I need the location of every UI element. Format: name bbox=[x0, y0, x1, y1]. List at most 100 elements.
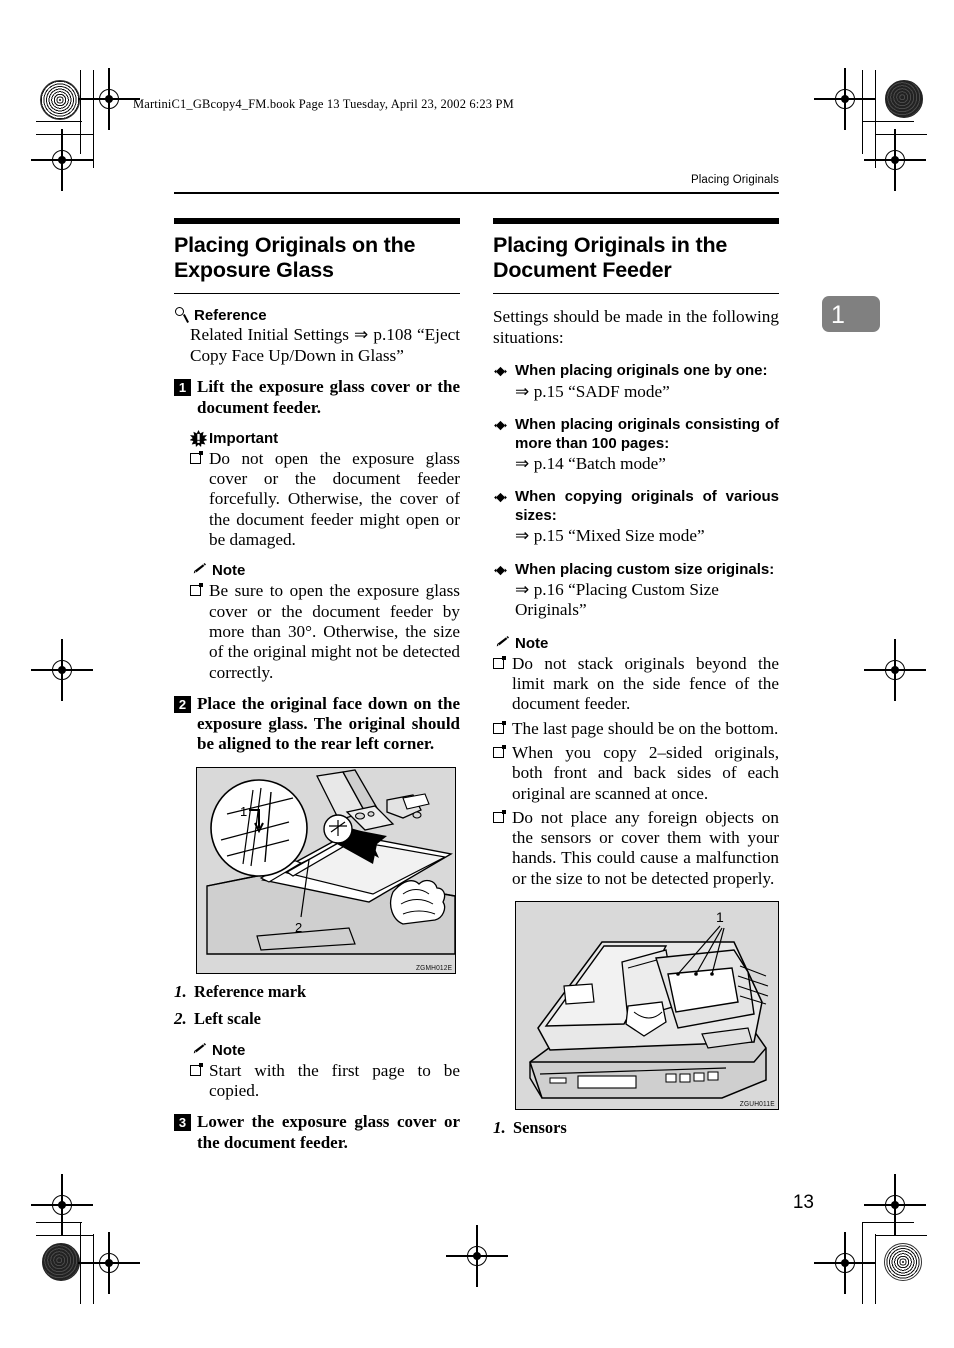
note-list: Do not stack originals beyond the limit … bbox=[493, 654, 779, 889]
important-label-row: Important bbox=[174, 429, 460, 447]
chapter-tab-number: 1 bbox=[831, 301, 845, 329]
list-item: Do not stack originals beyond the limit … bbox=[493, 654, 779, 715]
trim-line bbox=[875, 1234, 877, 1304]
step-number: 3 bbox=[174, 1114, 191, 1132]
book-file-header: MartiniC1_GBcopy4_FM.book Page 13 Tuesda… bbox=[133, 97, 514, 111]
list-item-text: Do not stack originals beyond the limit … bbox=[512, 653, 779, 714]
situation-heading: When placing originals consisting of mor… bbox=[515, 416, 779, 452]
list-item-text: The last page should be on the bottom. bbox=[512, 718, 779, 738]
section-underline bbox=[493, 293, 779, 295]
document-feeder-illustration: 1 ZGUH011E bbox=[515, 901, 779, 1111]
important-label: Important bbox=[209, 429, 279, 447]
situation-reference: ⇒ p.16 “Placing Custom Size Originals” bbox=[515, 580, 719, 620]
list-item: When you copy 2–sided originals, both fr… bbox=[493, 743, 779, 804]
note-label: Note bbox=[212, 1041, 246, 1059]
right-section-title: Placing Originals in the Document Feeder bbox=[493, 233, 728, 282]
step-number: 1 bbox=[174, 379, 191, 397]
trim-line bbox=[862, 1222, 914, 1224]
note-label: Note bbox=[515, 634, 549, 652]
situation-heading: When placing custom size originals: bbox=[515, 560, 775, 578]
registration-target bbox=[864, 639, 926, 701]
caption-number: 1. bbox=[174, 981, 187, 1001]
intro-text: Settings should be made in the following… bbox=[493, 307, 779, 347]
box-bullet-icon bbox=[190, 583, 203, 597]
box-bullet-icon bbox=[190, 1062, 203, 1076]
halftone-circle-bottom-left bbox=[42, 1243, 80, 1281]
halftone-circle-bottom-right bbox=[884, 1243, 922, 1281]
figure-caption: 2. Left scale bbox=[174, 1009, 460, 1029]
note-label-row: Note bbox=[174, 562, 460, 579]
diamond-bullet-icon bbox=[493, 563, 508, 578]
pencil-icon bbox=[190, 562, 207, 577]
box-bullet-icon bbox=[493, 655, 506, 669]
registration-target bbox=[814, 68, 876, 130]
list-item: The last page should be on the bottom. bbox=[493, 719, 779, 739]
box-bullet-icon bbox=[190, 450, 203, 464]
registration-target bbox=[78, 1232, 140, 1294]
registration-target bbox=[864, 1174, 926, 1236]
situation-item: When placing originals consisting of mor… bbox=[493, 416, 779, 453]
step-text: Lower the exposure glass cover or the do… bbox=[197, 1112, 460, 1152]
trim-line bbox=[36, 134, 94, 136]
diamond-bullet-icon bbox=[493, 418, 508, 433]
header-rule bbox=[174, 192, 779, 194]
list-item-text: Be sure to open the exposure glass cover… bbox=[209, 581, 460, 682]
step-text: Lift the exposure glass cover or the doc… bbox=[197, 377, 460, 417]
situation-reference: ⇒ p.14 “Batch mode” bbox=[515, 454, 666, 474]
step-2: 2 Place the original face down on the ex… bbox=[174, 694, 460, 755]
svg-text:1: 1 bbox=[716, 909, 724, 925]
note-label-row: Note bbox=[493, 635, 779, 652]
caption-text: Reference mark bbox=[194, 981, 307, 1001]
step-1: 1 Lift the exposure glass cover or the d… bbox=[174, 377, 460, 418]
note-list: Be sure to open the exposure glass cover… bbox=[174, 581, 460, 682]
pencil-icon bbox=[493, 635, 510, 650]
reference-text: Related Initial Settings ⇒ p.108 “Eject … bbox=[190, 325, 460, 365]
box-bullet-icon bbox=[493, 744, 506, 758]
note-label: Note bbox=[212, 562, 246, 580]
registration-target bbox=[814, 1232, 876, 1294]
trim-line bbox=[80, 70, 82, 154]
figure-code: ZGMH012E bbox=[415, 962, 452, 972]
situation-item: When copying originals of various sizes: bbox=[493, 488, 779, 525]
registration-target bbox=[78, 68, 140, 130]
list-item: Be sure to open the exposure glass cover… bbox=[190, 581, 460, 682]
figure-code: ZGUH011E bbox=[739, 1099, 775, 1109]
trim-line bbox=[36, 1235, 94, 1237]
reference-label-row: Reference bbox=[174, 307, 460, 324]
situation-heading: When copying originals of various sizes: bbox=[515, 488, 779, 524]
diamond-bullet-icon bbox=[493, 364, 508, 379]
halftone-circle-top-right bbox=[885, 80, 923, 118]
trim-line bbox=[875, 134, 927, 136]
step-text: Place the original face down on the expo… bbox=[197, 693, 460, 754]
pencil-icon bbox=[190, 1042, 207, 1057]
section-bar bbox=[493, 218, 779, 224]
reference-label: Reference bbox=[194, 307, 267, 325]
right-column: Placing Originals in the Document Feeder… bbox=[493, 218, 779, 1138]
figure-caption: 1. Sensors bbox=[493, 1118, 779, 1138]
registration-target bbox=[864, 129, 926, 191]
left-column: Placing Originals on the Exposure Glass … bbox=[174, 218, 460, 1153]
box-bullet-icon bbox=[493, 809, 506, 823]
note-list: Start with the first page to be copied. bbox=[174, 1061, 460, 1102]
list-item: Start with the first page to be copied. bbox=[190, 1061, 460, 1102]
trim-line bbox=[862, 70, 864, 154]
registration-target bbox=[31, 639, 93, 701]
caption-number: 2. bbox=[174, 1008, 187, 1028]
list-item-text: Do not open the exposure glass cover or … bbox=[209, 448, 460, 550]
box-bullet-icon bbox=[493, 720, 506, 734]
page-number: 13 bbox=[792, 1192, 814, 1213]
list-item-text: Start with the first page to be copied. bbox=[209, 1060, 460, 1101]
magnifier-icon bbox=[174, 307, 191, 324]
trim-line bbox=[862, 121, 914, 123]
running-head: Placing Originals bbox=[691, 174, 779, 186]
exposure-glass-illustration: 1 2 ZGMH012E bbox=[196, 766, 456, 974]
situation-heading: When placing originals one by one: bbox=[515, 362, 768, 380]
registration-target bbox=[31, 129, 93, 191]
left-section-title: Placing Originals on the Exposure Glass bbox=[174, 233, 416, 282]
note-label-row: Note bbox=[174, 1042, 460, 1059]
registration-target bbox=[446, 1225, 508, 1287]
trim-line bbox=[36, 121, 82, 123]
list-item: Do not open the exposure glass cover or … bbox=[190, 449, 460, 550]
starburst-icon bbox=[189, 429, 208, 447]
svg-text:1: 1 bbox=[240, 804, 247, 819]
